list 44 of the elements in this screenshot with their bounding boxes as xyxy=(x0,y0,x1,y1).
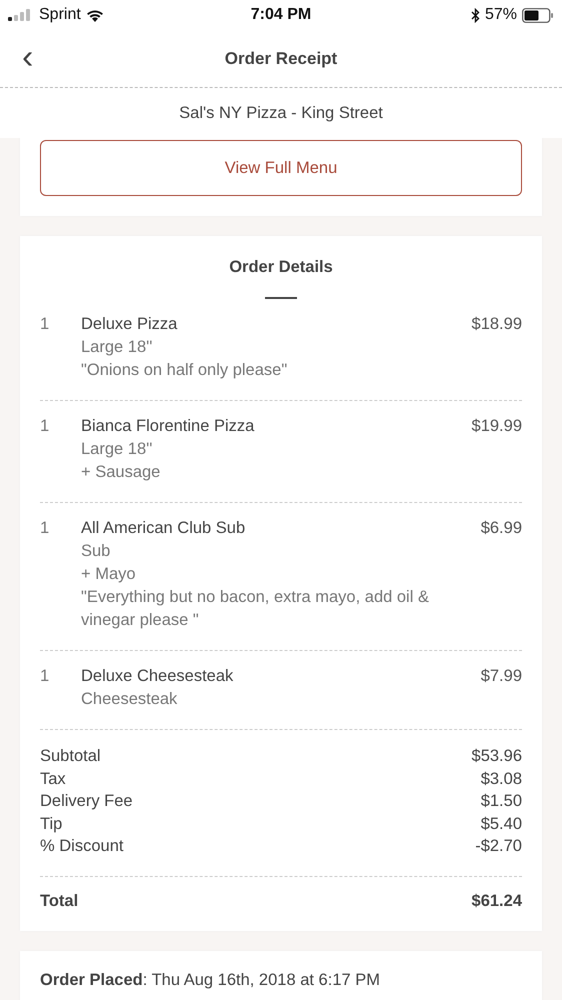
summary-value: $5.40 xyxy=(480,814,522,835)
item-option: Large 18'' xyxy=(81,438,460,461)
back-button[interactable]: ‹ xyxy=(16,40,40,74)
summary-value: $1.50 xyxy=(480,791,522,812)
section-title: Order Details xyxy=(228,257,334,277)
item-option: + Sausage xyxy=(81,461,460,484)
summary-value: $3.08 xyxy=(480,768,522,790)
item-option: "Everything but no bacon, extra mayo, add oil & vinegar please " xyxy=(81,586,469,632)
summary-label: Delivery Fee xyxy=(40,791,133,812)
wifi-icon xyxy=(86,8,104,22)
item-name: Deluxe Pizza xyxy=(81,314,178,335)
item-quantity: 1 xyxy=(40,416,50,437)
page-title: Order Receipt xyxy=(224,48,338,68)
battery-percent: 57% xyxy=(484,6,517,24)
item-quantity: 1 xyxy=(40,518,50,539)
item-option: Cheesesteak xyxy=(81,688,469,711)
item-option: "Onions on half only please" xyxy=(81,359,460,382)
item-name: Deluxe Cheesesteak xyxy=(81,666,234,687)
item-name: Bianca Florentine Pizza xyxy=(81,416,256,437)
clock-time: 7:04 PM xyxy=(250,6,312,24)
bluetooth-icon xyxy=(470,8,480,22)
view-menu-button[interactable]: View Full Menu xyxy=(40,140,522,196)
item-option: Sub xyxy=(81,540,469,563)
summary-label: Tax xyxy=(40,768,66,790)
item-price: $19.99 xyxy=(472,416,522,437)
total-label: Total xyxy=(40,892,78,911)
summary-label: % Discount xyxy=(40,836,124,858)
item-option: Large 18'' xyxy=(81,336,460,359)
item-price: $6.99 xyxy=(480,518,522,539)
item-quantity: 1 xyxy=(40,666,50,687)
restaurant-name: Sal's NY Pizza - King Street xyxy=(178,102,384,124)
item-option: + Mayo xyxy=(81,563,469,586)
summary-label: Subtotal xyxy=(40,746,101,767)
carrier-name: Sprint xyxy=(39,6,81,24)
item-quantity: 1 xyxy=(40,314,50,335)
summary-label: Tip xyxy=(40,814,62,835)
summary-value: $53.96 xyxy=(472,746,522,767)
battery-icon xyxy=(522,8,554,22)
order-placed-text: Order Placed: Thu Aug 16th, 2018 at 6:17 PM xyxy=(40,970,382,990)
item-price: $7.99 xyxy=(480,666,522,687)
total-value: $61.24 xyxy=(472,892,522,911)
summary-value: -$2.70 xyxy=(475,836,522,858)
item-name: All American Club Sub xyxy=(81,518,246,539)
item-price: $18.99 xyxy=(472,314,522,335)
